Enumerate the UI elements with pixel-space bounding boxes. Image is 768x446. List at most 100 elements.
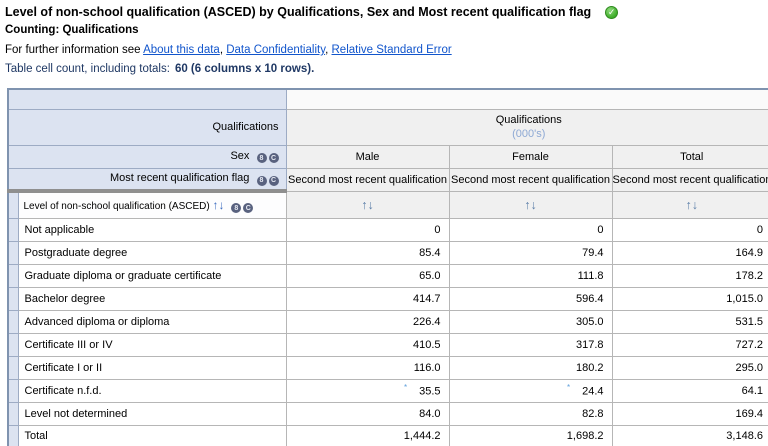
data-confidentiality-link[interactable]: Data Confidentiality [226,44,325,56]
table-row: Bachelor degree 414.7 596.4 1,015.0 [7,286,768,311]
data-cell: 1,698.2 [448,424,613,446]
level-dimension-cell[interactable]: Level of non-school qualification (ASCED… [17,189,287,219]
row-indent-cell [7,401,19,426]
further-information-line: For further information see About this d… [5,44,768,56]
sex-dimension-cell[interactable]: Sex 8 C [7,144,287,169]
sort-descending-icon[interactable]: ↓ [368,198,374,212]
row-indent-cell [7,378,19,403]
counting-label: Counting: Qualifications [5,24,139,36]
sex-dimension-icons: 8 C [256,153,279,164]
table-row-spacer [7,88,768,110]
title-row: Level of non-school qualification (ASCED… [5,5,768,19]
top-empty-cell [285,88,768,110]
row-label: Certificate I or II [17,355,287,380]
level-move-controls: ↑↓ [213,198,228,212]
circle-c-icon[interactable]: C [268,153,279,164]
column-header-total[interactable]: Total [611,144,768,169]
row-label: Not applicable [17,217,287,242]
sort-control-total: ↑↓ [611,190,768,219]
flag-dimension-label: Most recent qualification flag [110,172,250,184]
row-indent-cell [7,263,19,288]
link-separator: , [325,44,329,56]
table-row: Certificate I or II 116.0 180.2 295.0 [7,355,768,380]
row-label: Certificate III or IV [17,332,287,357]
cell-count-line: Table cell count, including totals: 60 (6… [5,63,768,75]
table-row: Graduate diploma or graduate certificate… [7,263,768,288]
column-header-male[interactable]: Male [285,144,450,169]
row-dimension-header[interactable]: Qualifications [7,108,287,146]
row-label: Level not determined [17,401,287,426]
row-indent-cell [7,355,19,380]
page-title: Level of non-school qualification (ASCED… [5,5,592,19]
circle-8-icon[interactable]: 8 [256,175,267,186]
data-cell: 0 [448,217,613,242]
data-cell: 596.4 [448,286,613,311]
sort-control-female: ↑↓ [448,190,613,219]
data-cell: 305.0 [448,309,613,334]
sort-descending-icon[interactable]: ↓ [531,198,537,212]
data-cell: 84.0 [285,401,450,426]
data-cell: 111.8 [448,263,613,288]
row-label: Graduate diploma or graduate certificate [17,263,287,288]
data-cell: 1,015.0 [611,286,768,311]
data-cell: 1,444.2 [285,424,450,446]
row-label: Total [17,424,287,446]
table-row: Level not determined 84.0 82.8 169.4 [7,401,768,426]
flag-header-female: Second most recent qualification [448,167,613,192]
column-group-row: Qualifications Qualifications (000's) [7,108,768,146]
data-cell: 180.2 [448,355,613,380]
link-separator: , [219,44,224,56]
table-row: Advanced diploma or diploma 226.4 305.0 … [7,309,768,334]
row-indent-cell [7,286,19,311]
data-cell: 317.8 [448,332,613,357]
table-row: Certificate n.f.d. * 35.5 * 24.4 64.1 [7,378,768,403]
row-label: Advanced diploma or diploma [17,309,287,334]
results-table: Qualifications Qualifications (000's) Se… [7,88,768,446]
data-cell: 0 [611,217,768,242]
row-indent-cell [7,217,19,242]
data-cell: 82.8 [448,401,613,426]
data-cell: 79.4 [448,240,613,265]
data-cell: 116.0 [285,355,450,380]
table-row-total: Total 1,444.2 1,698.2 3,148.6 [7,424,768,446]
about-this-data-link[interactable]: About this data [143,44,220,56]
annotation-asterisk-icon: * [566,383,571,393]
data-cell: 0 [285,217,450,242]
data-cell: 64.1 [611,378,768,403]
row-indent-cell [7,309,19,334]
move-down-icon[interactable]: ↓ [219,198,225,212]
column-group-label: Qualifications [495,114,562,126]
row-dimension-header-row: Level of non-school qualification (ASCED… [7,189,768,219]
flag-dimension-cell[interactable]: Most recent qualification flag 8 C [7,167,287,192]
circle-c-icon[interactable]: C [268,175,279,186]
circle-c-icon[interactable]: C [243,203,254,213]
data-cell: 410.5 [285,332,450,357]
data-cell: 169.4 [611,401,768,426]
data-cell: 65.0 [285,263,450,288]
info-prefix: For further information see [5,44,141,56]
row-label: Postgraduate degree [17,240,287,265]
sort-control-male: ↑↓ [285,190,450,219]
sex-dimension-label: Sex [230,149,250,162]
data-cell: 3,148.6 [611,424,768,446]
column-group-unit: (000's) [512,128,546,140]
table-row: Not applicable 0 0 0 [7,217,768,242]
column-header-female[interactable]: Female [448,144,613,169]
sort-descending-icon[interactable]: ↓ [692,198,698,212]
circle-8-icon[interactable]: 8 [256,153,267,164]
flag-header-total: Second most recent qualification [611,167,768,192]
cell-count-label: Table cell count, including totals: [5,63,170,75]
annotation-asterisk-icon: * [403,383,408,393]
table-builder-page: Level of non-school qualification (ASCED… [0,0,768,446]
row-indent-cell [7,424,19,446]
data-value: 35.5 [419,385,441,398]
data-cell: 414.7 [285,286,450,311]
column-group-header: Qualifications (000's) [285,108,768,146]
circle-8-icon[interactable]: 8 [231,203,242,213]
relative-standard-error-link[interactable]: Relative Standard Error [332,44,452,56]
row-indent-cell [7,240,19,265]
row-indent-cell [7,332,19,357]
data-cell: 226.4 [285,309,450,334]
flag-header-male: Second most recent qualification [285,167,450,192]
corner-empty-cell [7,88,287,110]
